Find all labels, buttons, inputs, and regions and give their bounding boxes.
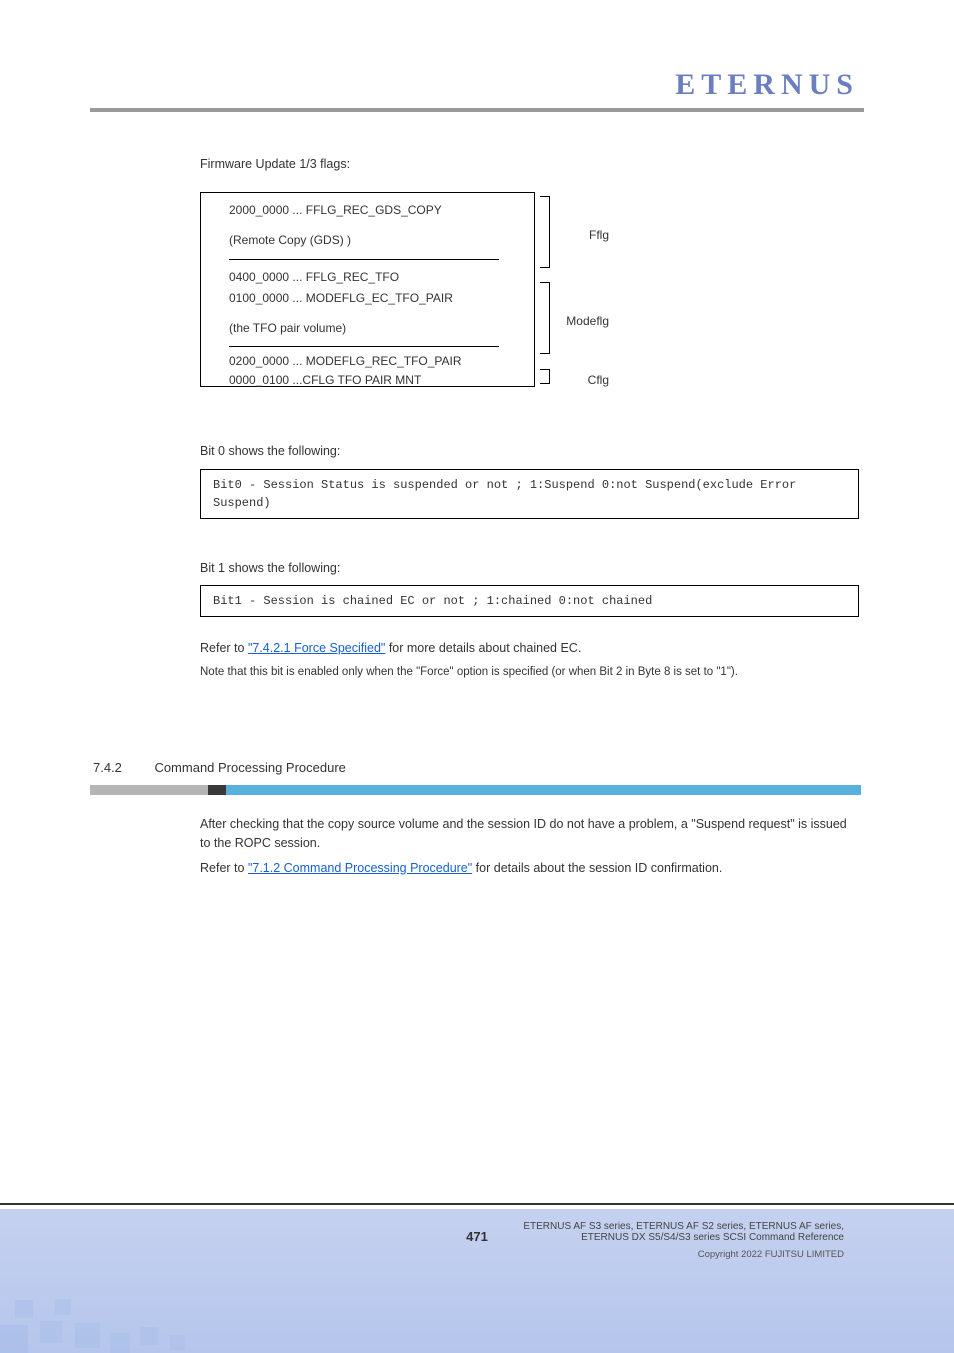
brand-logo: ETERNUS	[675, 68, 859, 102]
footer-copyright: Copyright 2022 FUJITSU LIMITED	[698, 1249, 844, 1260]
section-number: 7.4.2	[93, 760, 122, 775]
flag-entry-3: 0400_0000 ... FFLG_REC_TFO	[229, 268, 399, 286]
bit0-label: Bit 0 shows the following:	[200, 442, 859, 461]
brace-fflg-label: Fflg	[589, 226, 609, 244]
brace-cflg-label: Cflg	[588, 371, 609, 389]
bit1-note: Note that this bit is enabled only when …	[200, 664, 859, 681]
brace-modeflg	[540, 282, 550, 354]
header-horizontal-rule	[90, 108, 864, 112]
brace-modeflg-label: Modeflg	[566, 312, 609, 330]
footer-product-info: ETERNUS AF S3 series, ETERNUS AF S2 seri…	[523, 1221, 844, 1243]
footer-product-line1: ETERNUS AF S3 series, ETERNUS AF S2 seri…	[523, 1221, 844, 1232]
brace-cflg	[540, 369, 550, 384]
section-p2-link[interactable]: "7.1.2 Command Processing Procedure"	[248, 861, 472, 875]
footer-product-line2: ETERNUS DX S5/S4/S3 series SCSI Command …	[523, 1232, 844, 1243]
flag-entry-4: 0100_0000 ... MODEFLG_EC_TFO_PAIR	[229, 289, 453, 307]
bit1-code-box: Bit1 - Session is chained EC or not ; 1:…	[200, 585, 859, 617]
flag-entry-5: (the TFO pair volume)	[229, 319, 346, 337]
section-body: After checking that the copy source volu…	[200, 815, 859, 883]
flags-title: Firmware Update 1/3 flags:	[200, 155, 859, 174]
bit1-explain-link[interactable]: "7.4.2.1 Force Specified"	[248, 641, 385, 655]
flags-diagram-box: 2000_0000 ... FFLG_REC_GDS_COPY (Remote …	[200, 192, 535, 387]
flag-entry-6: 0200_0000 ... MODEFLG_REC_TFO_PAIR	[229, 352, 462, 370]
bit1-explain-prefix: Refer to	[200, 641, 248, 655]
section-p2-suffix: for details about the session ID confirm…	[472, 861, 722, 875]
section-divider-bar	[90, 785, 861, 795]
section-p2-prefix: Refer to	[200, 861, 248, 875]
flag-entry-1: 2000_0000 ... FFLG_REC_GDS_COPY	[229, 201, 442, 219]
footer-decorative-pattern	[0, 1273, 210, 1353]
section-heading: 7.4.2 Command Processing Procedure	[93, 760, 346, 775]
section-p1: After checking that the copy source volu…	[200, 815, 859, 853]
section-p2: Refer to "7.1.2 Command Processing Proce…	[200, 859, 859, 878]
flag-entry-2: (Remote Copy (GDS) )	[229, 231, 351, 249]
section-title-text: Command Processing Procedure	[154, 760, 345, 775]
page-number: 471	[466, 1229, 488, 1244]
brace-fflg	[540, 196, 550, 268]
bit1-explanation: Refer to "7.4.2.1 Force Specified" for m…	[200, 639, 859, 658]
bit0-code-box: Bit0 - Session Status is suspended or no…	[200, 469, 859, 519]
bit1-label: Bit 1 shows the following:	[200, 559, 859, 578]
page-footer: 471 ETERNUS AF S3 series, ETERNUS AF S2 …	[0, 1203, 954, 1351]
bit1-explain-suffix: for more details about chained EC.	[385, 641, 581, 655]
flag-entry-7: 0000_0100 ...CFLG TFO PAIR MNT	[229, 371, 421, 389]
